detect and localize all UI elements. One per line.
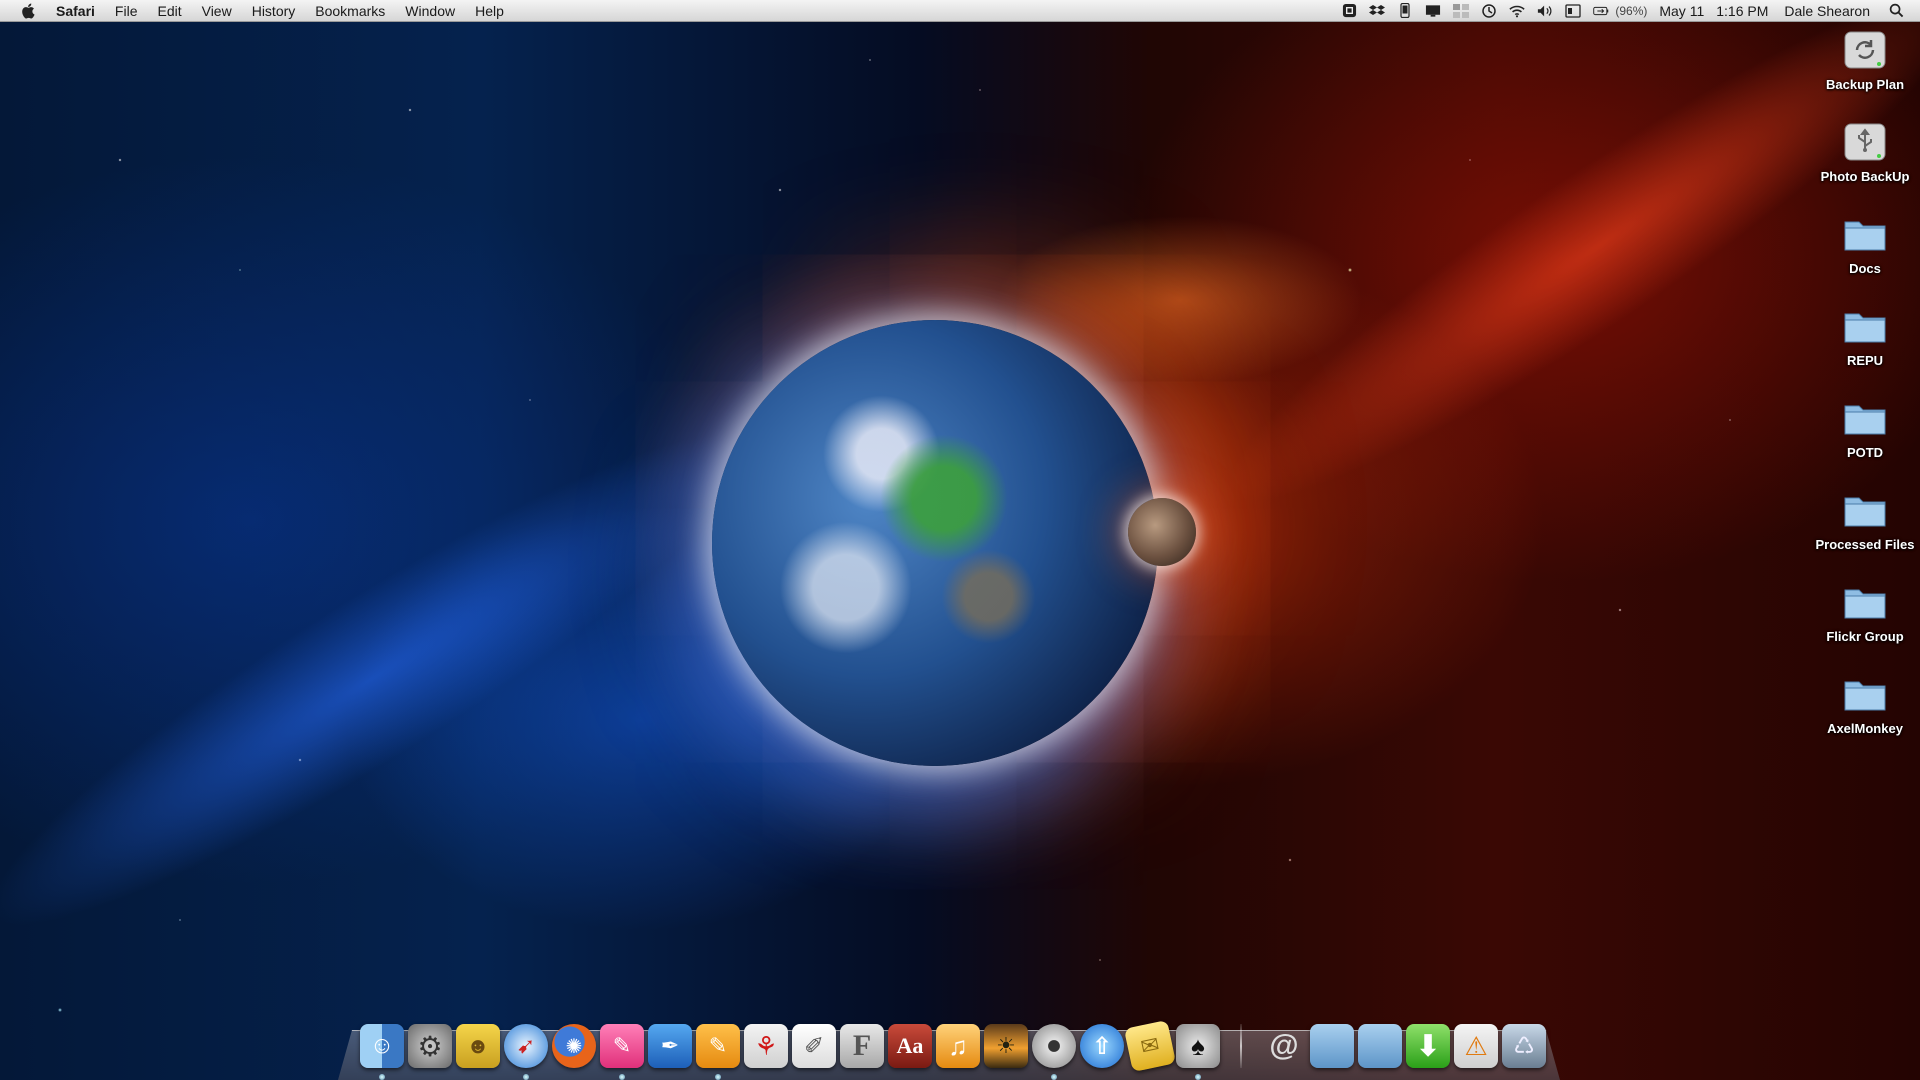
dock-dvd-player[interactable] bbox=[1032, 1024, 1076, 1080]
wifi-icon[interactable] bbox=[1509, 3, 1525, 19]
dock-folder-stack-2[interactable] bbox=[1358, 1024, 1402, 1068]
desktop-icon-label: POTD bbox=[1846, 445, 1884, 460]
dock-flickr-uploader[interactable]: ⇧ bbox=[1080, 1024, 1124, 1068]
butler-icon: ♠ bbox=[1191, 1030, 1205, 1061]
menu-help[interactable]: Help bbox=[465, 0, 514, 22]
desktop-wallpaper bbox=[0, 0, 1920, 1080]
folder-icon bbox=[1844, 221, 1886, 251]
spotlight-icon[interactable] bbox=[1888, 3, 1904, 19]
dock-textedit[interactable]: ✐ bbox=[792, 1024, 836, 1068]
desktop-icon-processed-files[interactable]: Processed Files bbox=[1810, 486, 1920, 572]
display-icon[interactable] bbox=[1425, 3, 1441, 19]
menu-user[interactable]: Dale Shearon bbox=[1774, 3, 1882, 19]
compass-icon: ➹ bbox=[516, 1033, 536, 1058]
dock-system-preferences[interactable]: ⚙ bbox=[408, 1024, 452, 1068]
dock-mail-stack[interactable]: @ bbox=[1262, 1024, 1306, 1068]
acrobat-icon: ⚘ bbox=[754, 1030, 778, 1061]
sticky-note-icon: ✉ bbox=[1138, 1031, 1162, 1060]
desktop-icon-potd[interactable]: POTD bbox=[1810, 394, 1920, 480]
dock-orange-pen[interactable]: ✎ bbox=[696, 1024, 740, 1080]
spaces-icon[interactable] bbox=[1453, 3, 1470, 19]
time-machine-icon[interactable] bbox=[1481, 3, 1497, 19]
upload-arrow-icon: ⇧ bbox=[1091, 1032, 1113, 1060]
menu-bar: Safari File Edit View History Bookmarks … bbox=[0, 0, 1920, 22]
dock-photo-app[interactable]: ☀ bbox=[984, 1024, 1028, 1068]
textedit-pen-icon: ✐ bbox=[803, 1032, 825, 1060]
applications-icon: ⚠ bbox=[1464, 1030, 1488, 1061]
desktop-icon-label: Processed Files bbox=[1815, 537, 1915, 552]
dock-pink-pen[interactable]: ✎ bbox=[600, 1024, 644, 1080]
desktop-icon-backup-plan[interactable]: Backup Plan bbox=[1810, 26, 1920, 112]
download-arrow-icon: ⬇ bbox=[1415, 1029, 1441, 1063]
menu-app-name[interactable]: Safari bbox=[50, 0, 105, 22]
menu-window[interactable]: Window bbox=[395, 0, 465, 22]
firefox-icon: ✺ bbox=[565, 1035, 583, 1058]
menu-time[interactable]: 1:16 PM bbox=[1710, 3, 1774, 19]
dock-alfred[interactable]: ♠ bbox=[1176, 1024, 1220, 1080]
dock-applications[interactable]: ⚠ bbox=[1454, 1024, 1498, 1068]
keyboard-icon[interactable] bbox=[1565, 3, 1581, 19]
desktop-icon-docs[interactable]: Docs bbox=[1810, 210, 1920, 296]
desktop-icon-axelmonkey[interactable]: AxelMonkey bbox=[1810, 670, 1920, 756]
folder-icon bbox=[1844, 405, 1886, 435]
battery-percent[interactable]: (96%) bbox=[1615, 4, 1653, 18]
dock-font-book[interactable]: F bbox=[840, 1024, 884, 1068]
script-icon[interactable] bbox=[1341, 3, 1357, 19]
dock-downloads[interactable]: ⬇ bbox=[1406, 1024, 1450, 1068]
trash-icon: ♺ bbox=[1513, 1032, 1535, 1060]
at-sign-icon: @ bbox=[1269, 1029, 1299, 1062]
volume-icon[interactable] bbox=[1537, 3, 1553, 19]
battery-icon[interactable] bbox=[1593, 3, 1609, 19]
dock-adobe-acrobat[interactable]: ⚘ bbox=[744, 1024, 788, 1068]
desktop-icon-label: Flickr Group bbox=[1826, 629, 1904, 644]
dock-trash[interactable]: ♺ bbox=[1502, 1024, 1546, 1068]
wallpaper-moon bbox=[1128, 498, 1196, 566]
desktop-icon-label: REPU bbox=[1846, 353, 1884, 368]
usb-drive-icon bbox=[1844, 123, 1886, 161]
dock-blue-pen[interactable]: ✒ bbox=[648, 1024, 692, 1068]
palm-tree-icon: ☀ bbox=[996, 1033, 1016, 1058]
desktop-icon-label: AxelMonkey bbox=[1827, 721, 1903, 736]
music-note-icon: ♫ bbox=[948, 1030, 968, 1061]
drive-sync-icon bbox=[1844, 31, 1886, 69]
folder-icon bbox=[1844, 589, 1886, 619]
menu-edit[interactable]: Edit bbox=[147, 0, 191, 22]
pen-icon: ✎ bbox=[612, 1033, 632, 1058]
gear-icon: ⚙ bbox=[417, 1030, 443, 1062]
pen-icon: ✒ bbox=[660, 1033, 680, 1058]
dock-simpsons[interactable]: ☻ bbox=[456, 1024, 500, 1068]
desktop-icon-label: Photo BackUp bbox=[1820, 169, 1910, 184]
dictionary-icon: Aa bbox=[896, 1033, 924, 1058]
simpsons-icon: ☻ bbox=[466, 1033, 490, 1058]
dock-safari[interactable]: ➹ bbox=[504, 1024, 548, 1080]
folder-icon bbox=[1844, 497, 1886, 527]
wallpaper-earth bbox=[712, 320, 1158, 766]
desktop-icon-label: Docs bbox=[1849, 261, 1881, 276]
desktop-icon-repu[interactable]: REPU bbox=[1810, 302, 1920, 388]
desktop-icon-photo-backup[interactable]: Photo BackUp bbox=[1810, 118, 1920, 204]
dropbox-icon[interactable] bbox=[1369, 3, 1386, 19]
menu-bookmarks[interactable]: Bookmarks bbox=[305, 0, 395, 22]
dock-firefox[interactable]: ✺ bbox=[552, 1024, 596, 1068]
pen-icon: ✎ bbox=[708, 1033, 728, 1058]
desktop-icon-label: Backup Plan bbox=[1825, 77, 1905, 92]
dock-finder[interactable]: ☺ bbox=[360, 1024, 404, 1080]
menu-date[interactable]: May 11 bbox=[1653, 3, 1710, 19]
font-book-icon: F bbox=[852, 1029, 872, 1062]
folder-icon bbox=[1844, 313, 1886, 343]
phone-icon[interactable] bbox=[1397, 3, 1413, 19]
dock-itunes[interactable]: ♫ bbox=[936, 1024, 980, 1068]
menu-view[interactable]: View bbox=[192, 0, 242, 22]
menu-file[interactable]: File bbox=[105, 0, 148, 22]
dock: ☺ ⚙ ☻ ➹ ✺ ✎ ✒ ✎ ⚘ ✐ F Aa ♫ ☀ ⇧ ✉ ♠ @ ⬇ ⚠… bbox=[358, 1018, 1548, 1080]
dock-stickies[interactable]: ✉ bbox=[1123, 1019, 1177, 1073]
finder-icon: ☺ bbox=[369, 1032, 395, 1059]
menu-history[interactable]: History bbox=[242, 0, 306, 22]
desktop-icon-flickr-group[interactable]: Flickr Group bbox=[1810, 578, 1920, 664]
folder-icon bbox=[1844, 681, 1886, 711]
dock-separator bbox=[1240, 1024, 1242, 1068]
dock-folder-stack-1[interactable] bbox=[1310, 1024, 1354, 1068]
dock-dictionary[interactable]: Aa bbox=[888, 1024, 932, 1068]
apple-menu-icon[interactable] bbox=[20, 2, 38, 20]
